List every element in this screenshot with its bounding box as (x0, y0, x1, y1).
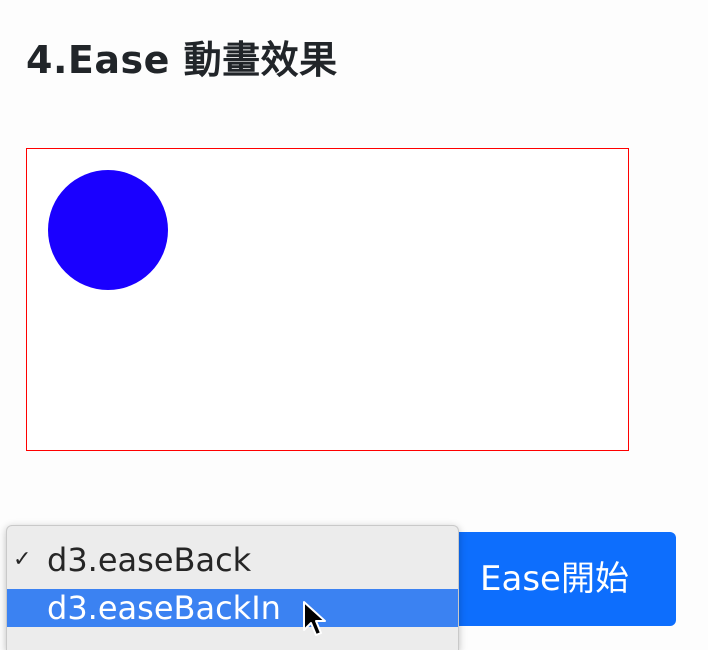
page-title: 4.Ease 動畫效果 (26, 38, 338, 82)
ease-select-dropdown[interactable]: ✓ d3.easeBack d3.easeBackIn (6, 525, 459, 650)
dropdown-option-label: d3.easeBackIn (47, 589, 281, 627)
animation-stage (26, 148, 629, 451)
ease-start-button[interactable]: Ease開始 (440, 532, 676, 626)
dropdown-option-label: d3.easeBack (47, 541, 252, 579)
check-icon: ✓ (13, 547, 32, 572)
mouse-pointer-icon (303, 601, 326, 636)
page: 4.Ease 動畫效果 Ease開始 ✓ d3.easeBack d3.ease… (0, 0, 708, 650)
dropdown-option-ease-back[interactable]: ✓ d3.easeBack (7, 541, 458, 579)
dropdown-option-ease-back-in[interactable]: d3.easeBackIn (7, 589, 458, 627)
animated-ball (48, 170, 168, 290)
animation-svg (48, 170, 168, 290)
